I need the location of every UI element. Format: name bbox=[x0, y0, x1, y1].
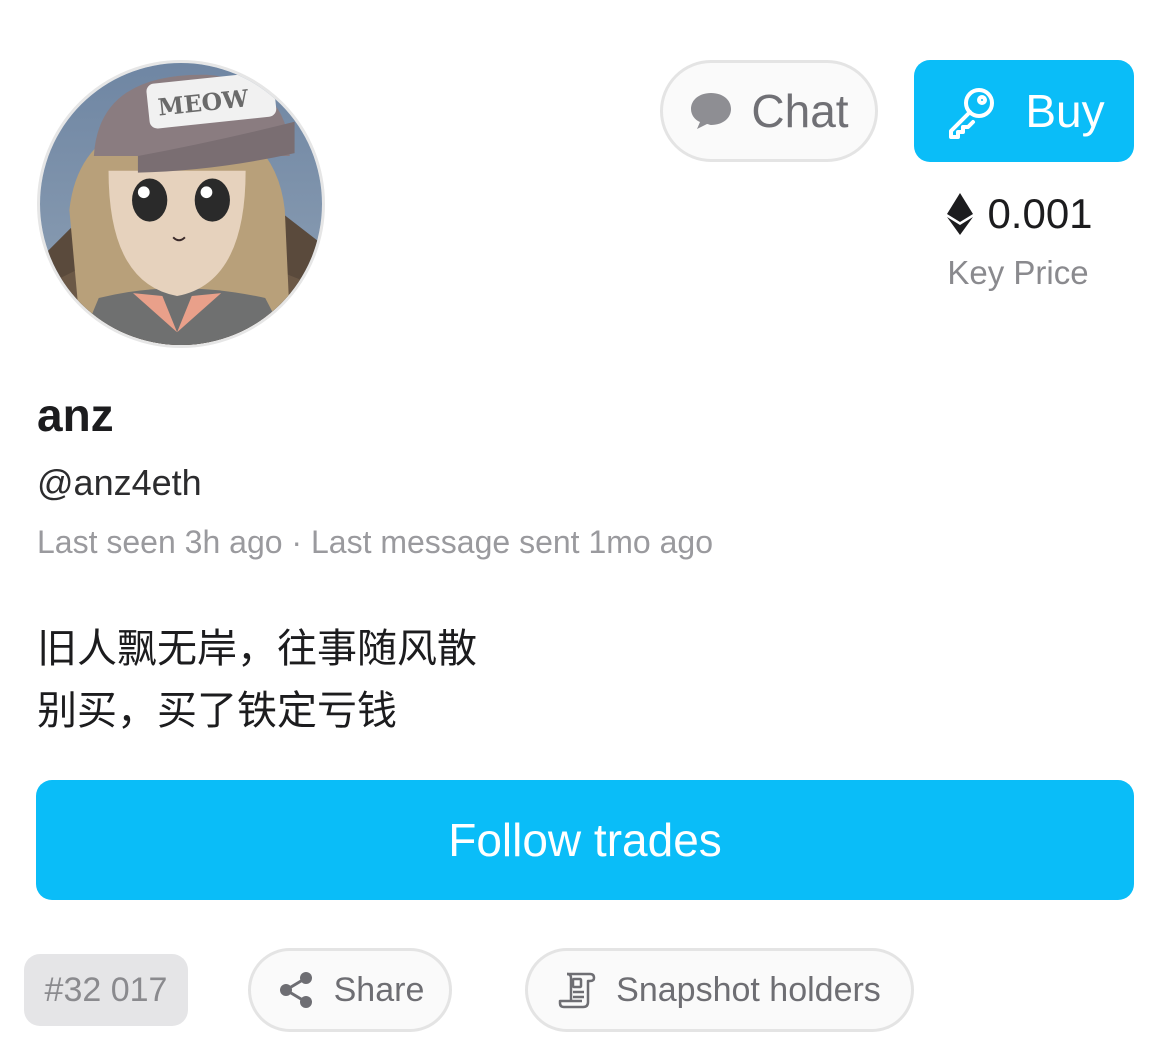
key-price: 0.001 bbox=[930, 190, 1110, 238]
follow-trades-button[interactable]: Follow trades bbox=[36, 780, 1134, 900]
snapshot-holders-button[interactable]: Snapshot holders bbox=[525, 948, 914, 1032]
chat-button-label: Chat bbox=[751, 85, 849, 137]
rank-value: #32 017 bbox=[44, 970, 168, 1009]
profile-avatar[interactable]: MEOW bbox=[37, 60, 325, 348]
share-icon bbox=[279, 972, 312, 1008]
activity-status: Last seen 3h ago · Last message sent 1mo… bbox=[37, 524, 713, 560]
bio-line: 旧人飘无岸，往事随风散 bbox=[37, 627, 477, 671]
share-button[interactable]: Share bbox=[248, 948, 452, 1032]
key-price-label: Key Price bbox=[947, 254, 1089, 291]
avatar-image: MEOW bbox=[40, 63, 322, 345]
key-price-value: 0.001 bbox=[987, 190, 1093, 237]
chat-button[interactable]: Chat bbox=[660, 60, 878, 162]
speech-bubble-icon bbox=[691, 93, 732, 129]
bio: 旧人飘无岸，往事随风散 别买，买了铁定亏钱 bbox=[37, 618, 477, 742]
user-handle: @anz4eth bbox=[37, 462, 202, 503]
snapshot-holders-label: Snapshot holders bbox=[616, 970, 881, 1009]
buy-button[interactable]: Buy bbox=[914, 60, 1134, 162]
rank-badge: #32 017 bbox=[24, 954, 188, 1026]
follow-trades-label: Follow trades bbox=[448, 814, 722, 866]
scroll-document-icon bbox=[558, 972, 596, 1009]
ethereum-icon bbox=[947, 193, 974, 235]
bio-line: 别买，买了铁定亏钱 bbox=[37, 689, 397, 733]
display-name: anz bbox=[37, 389, 114, 441]
key-icon bbox=[949, 88, 995, 139]
share-button-label: Share bbox=[333, 970, 425, 1009]
buy-button-label: Buy bbox=[1025, 85, 1105, 137]
